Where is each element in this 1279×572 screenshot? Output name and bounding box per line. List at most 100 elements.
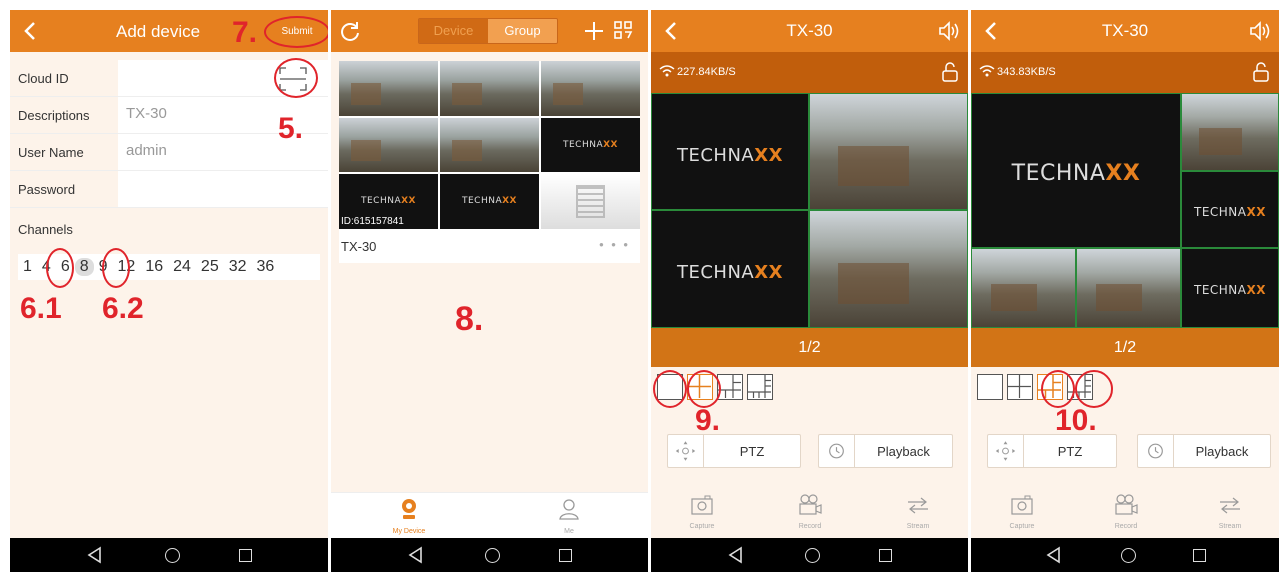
history-icon: [829, 435, 855, 467]
password-field[interactable]: Password: [10, 171, 328, 208]
nav-back-icon[interactable]: [1045, 546, 1063, 564]
video-channel[interactable]: [1076, 248, 1181, 328]
video-channel[interactable]: TECHNAXX: [651, 93, 809, 210]
annotation-6-2: 6.2: [102, 292, 144, 325]
playback-label: Playback: [1195, 444, 1249, 459]
action-label: Stream: [906, 523, 930, 530]
system-nav-bar: [331, 538, 648, 572]
camera-thumbnail: [541, 174, 640, 229]
nav-home-icon[interactable]: [1119, 546, 1137, 564]
capture-button[interactable]: Capture: [667, 494, 737, 530]
annotation-ring: [1075, 370, 1113, 408]
stream-switch-icon: [908, 497, 928, 514]
channel-option[interactable]: 24: [168, 258, 196, 276]
stream-button[interactable]: Stream: [883, 494, 953, 530]
annotation-ring: [687, 370, 721, 408]
nav-recent-icon[interactable]: [1190, 546, 1208, 564]
video-placeholder-icon: [575, 185, 606, 219]
device-row[interactable]: TX-30 • • •: [339, 229, 640, 263]
video-channel[interactable]: TECHNAXX: [1181, 171, 1279, 248]
playback-button[interactable]: Playback: [818, 434, 953, 468]
ptz-label: PTZ: [739, 444, 765, 459]
capture-button[interactable]: Capture: [987, 494, 1057, 530]
lock-icon[interactable]: [942, 62, 958, 82]
video-channel[interactable]: [809, 93, 968, 210]
ptz-button[interactable]: PTZ: [667, 434, 801, 468]
channel-option[interactable]: 25: [196, 258, 224, 276]
ptz-label: PTZ: [1057, 444, 1083, 459]
layout-4-icon[interactable]: [1007, 374, 1033, 400]
channel-option[interactable]: 8: [74, 258, 94, 276]
grid-view-icon[interactable]: [613, 20, 633, 40]
annotation-ring: [46, 248, 74, 288]
tab-me[interactable]: Me: [539, 497, 599, 535]
nav-back-icon[interactable]: [407, 546, 425, 564]
field-label: User Name: [18, 145, 84, 160]
video-channel[interactable]: [809, 210, 968, 328]
stream-info-bar: 227.84KB/S: [651, 52, 968, 93]
playback-label: Playback: [877, 444, 930, 459]
video-grid[interactable]: TECHNAXX TECHNAXX TECHNAXX: [971, 93, 1279, 328]
add-icon[interactable]: [583, 20, 605, 42]
more-options-icon[interactable]: • • •: [599, 237, 630, 252]
channel-option[interactable]: 1: [18, 258, 37, 276]
back-arrow-icon[interactable]: [20, 20, 40, 42]
camera-thumbnail: [339, 117, 438, 173]
nav-recent-icon[interactable]: [876, 546, 894, 564]
video-channel[interactable]: TECHNAXX: [1181, 248, 1279, 328]
nav-home-icon[interactable]: [803, 546, 821, 564]
video-channel[interactable]: [1181, 93, 1279, 171]
tab-group[interactable]: Group: [488, 19, 557, 43]
action-label: Record: [1114, 523, 1138, 530]
brand-logo: TECHNAXX: [360, 196, 416, 207]
annotation-7: 7.: [232, 16, 258, 49]
page-title: TX-30: [1101, 21, 1149, 40]
brand-logo: TECHNAXX: [1193, 283, 1266, 298]
stream-info-bar: 343.83KB/S: [971, 52, 1279, 93]
top-bar: TX-30: [651, 10, 968, 52]
video-channel[interactable]: TECHNAXX: [651, 210, 809, 328]
nav-recent-icon[interactable]: [236, 546, 254, 564]
video-channel[interactable]: TECHNAXX: [971, 93, 1181, 248]
stream-button[interactable]: Stream: [1195, 494, 1265, 530]
channel-option[interactable]: 16: [140, 258, 168, 276]
lock-icon[interactable]: [1253, 62, 1269, 82]
bitrate-text: 343.83KB/S: [997, 66, 1056, 78]
annotation-9: 9.: [695, 404, 721, 437]
top-bar: TX-30: [971, 10, 1279, 52]
device-thumbnail-grid[interactable]: TECHNAXX TECHNAXX ID:615157841 TECHNAXX: [339, 61, 640, 229]
refresh-icon[interactable]: [339, 20, 361, 42]
video-channel[interactable]: [971, 248, 1076, 328]
tab-my-device[interactable]: My Device: [379, 497, 439, 535]
nav-back-icon[interactable]: [86, 546, 104, 564]
channel-option[interactable]: 32: [224, 258, 252, 276]
action-label: Capture: [1009, 523, 1035, 530]
nav-recent-icon[interactable]: [556, 546, 574, 564]
device-name: TX-30: [341, 239, 377, 254]
annotation-ring: [653, 370, 687, 408]
layout-1-icon[interactable]: [977, 374, 1003, 400]
record-button[interactable]: Record: [1091, 494, 1161, 530]
device-id: ID:615157841: [341, 216, 404, 227]
field-value[interactable]: TX-30: [126, 105, 167, 122]
brand-logo: TECHNAXX: [461, 196, 517, 207]
tab-device[interactable]: Device: [419, 19, 488, 43]
brand-logo: TECHNAXX: [1011, 161, 1141, 187]
action-label: Record: [798, 523, 822, 530]
nav-home-icon[interactable]: [163, 546, 181, 564]
live-view-screen: TX-30 227.84KB/S TECHNAXX TECHNAXX 1/2 9…: [651, 10, 968, 572]
nav-home-icon[interactable]: [483, 546, 501, 564]
annotation-6-1: 6.1: [20, 292, 62, 325]
ptz-button[interactable]: PTZ: [987, 434, 1117, 468]
field-value[interactable]: admin: [126, 142, 167, 159]
record-button[interactable]: Record: [775, 494, 845, 530]
bottom-tab-bar: My Device Me: [331, 492, 648, 538]
video-grid[interactable]: TECHNAXX TECHNAXX: [651, 93, 968, 328]
annotation-10: 10.: [1055, 404, 1097, 437]
speaker-icon[interactable]: [1249, 21, 1271, 41]
speaker-icon[interactable]: [938, 21, 960, 41]
layout-8-icon[interactable]: [747, 374, 773, 400]
nav-back-icon[interactable]: [727, 546, 745, 564]
playback-button[interactable]: Playback: [1137, 434, 1271, 468]
channel-option[interactable]: 36: [252, 258, 280, 276]
